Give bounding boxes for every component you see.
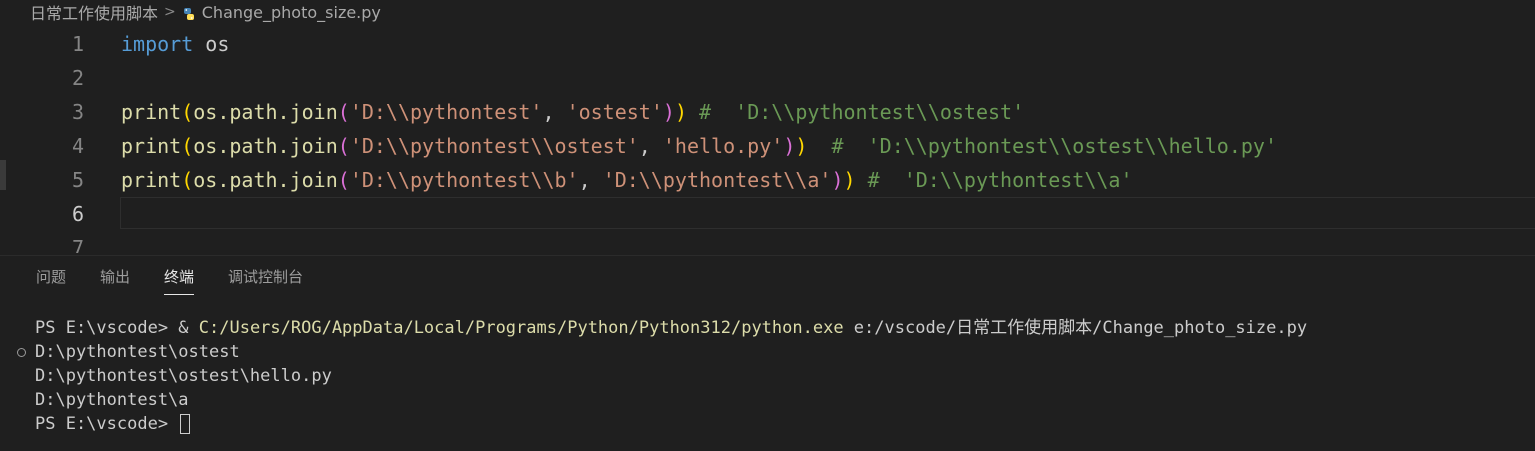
line-number: 7 bbox=[71, 236, 84, 253]
line-number: 2 bbox=[71, 66, 84, 90]
bracket-token: ( bbox=[181, 100, 194, 124]
bracket-token: ( bbox=[337, 100, 350, 124]
terminal-output-text: D:\pythontest\a bbox=[35, 390, 189, 410]
comment-token: # 'D:\\pythontest\\ostest' bbox=[686, 100, 1025, 124]
bracket-token: ) bbox=[843, 168, 856, 192]
bracket-token: ( bbox=[337, 168, 350, 192]
string-token: 'hello.py' bbox=[662, 134, 784, 158]
string-token: 'ostest' bbox=[566, 100, 663, 124]
bracket-token: ( bbox=[181, 134, 194, 158]
terminal-exe-path: C:/Users/ROG/AppData/Local/Programs/Pyth… bbox=[198, 318, 844, 338]
code-text[interactable]: print(os.path.join('D:\\pythontest\\b', … bbox=[121, 163, 1133, 197]
string-token: 'D:\\pythontest' bbox=[349, 100, 543, 124]
string-token: 'D:\\pythontest\\a' bbox=[602, 168, 832, 192]
code-text[interactable]: print(os.path.join('D:\\pythontest\\oste… bbox=[121, 129, 1277, 163]
line-number: 3 bbox=[71, 100, 84, 124]
line-number: 1 bbox=[71, 32, 84, 56]
module-token: os bbox=[193, 32, 230, 56]
string-token: 'D:\\pythontest\\b' bbox=[349, 168, 579, 192]
terminal-output-line: D:\pythontest\a bbox=[35, 388, 1307, 412]
panel-tabs: 问题 输出 终端 调试控制台 bbox=[36, 266, 303, 295]
terminal-script-arg: e:/vscode/日常工作使用脚本/Change_photo_size.py bbox=[843, 318, 1308, 338]
code-line[interactable]: 7 bbox=[0, 231, 1535, 253]
bottom-panel: 问题 输出 终端 调试控制台 PS E:\vscode> & C:/Users/… bbox=[0, 255, 1535, 451]
tab-output[interactable]: 输出 bbox=[100, 266, 130, 295]
code-line[interactable]: 3 print(os.path.join('D:\\pythontest', '… bbox=[0, 95, 1535, 129]
breadcrumb-file[interactable]: Change_photo_size.py bbox=[202, 3, 381, 22]
terminal-output-text: D:\pythontest\ostest bbox=[35, 342, 240, 362]
code-line[interactable]: 5 print(os.path.join('D:\\pythontest\\b'… bbox=[0, 163, 1535, 197]
bracket-token: ) bbox=[831, 168, 844, 192]
comment-token: # 'D:\\pythontest\\a' bbox=[855, 168, 1133, 192]
code-line[interactable]: 6 bbox=[0, 197, 1535, 231]
bracket-token: ) bbox=[783, 134, 796, 158]
terminal-output-text: D:\pythontest\ostest\hello.py bbox=[35, 366, 332, 386]
code-text[interactable]: print(os.path.join('D:\\pythontest', 'os… bbox=[121, 95, 1024, 129]
function-token: print bbox=[121, 168, 182, 192]
keyword-token: import bbox=[121, 32, 194, 56]
comma-token: , bbox=[578, 168, 603, 192]
bracket-token: ) bbox=[662, 100, 675, 124]
comma-token: , bbox=[638, 134, 663, 158]
code-text[interactable]: import os bbox=[121, 27, 229, 61]
comma-token: , bbox=[542, 100, 567, 124]
line-number: 6 bbox=[71, 202, 84, 226]
tab-terminal[interactable]: 终端 bbox=[164, 266, 195, 295]
code-line[interactable]: 1 import os bbox=[0, 27, 1535, 61]
call-token: os.path.join bbox=[193, 100, 338, 124]
code-line[interactable]: 4 print(os.path.join('D:\\pythontest\\os… bbox=[0, 129, 1535, 163]
function-token: print bbox=[121, 100, 182, 124]
line-number: 5 bbox=[71, 168, 84, 192]
bracket-token: ( bbox=[181, 168, 194, 192]
bracket-token: ( bbox=[337, 134, 350, 158]
tab-debug-console[interactable]: 调试控制台 bbox=[228, 266, 303, 295]
string-token: 'D:\\pythontest\\ostest' bbox=[349, 134, 639, 158]
breadcrumb-folder[interactable]: 日常工作使用脚本 bbox=[30, 0, 158, 24]
terminal-prompt-line: PS E:\vscode> bbox=[35, 412, 1307, 436]
code-line[interactable]: 2 bbox=[0, 61, 1535, 95]
bracket-token: ) bbox=[674, 100, 687, 124]
line-number: 4 bbox=[71, 134, 84, 158]
terminal-output-line: D:\pythontest\ostest bbox=[17, 340, 1307, 364]
command-decoration-icon[interactable] bbox=[17, 348, 26, 357]
terminal-command-line: PS E:\vscode> & C:/Users/ROG/AppData/Loc… bbox=[35, 316, 1307, 340]
call-token: os.path.join bbox=[193, 168, 338, 192]
breadcrumb-separator: > bbox=[164, 4, 176, 20]
comment-token: # 'D:\\pythontest\\ostest\\hello.py' bbox=[807, 134, 1278, 158]
bracket-token: ) bbox=[795, 134, 808, 158]
code-editor[interactable]: 1 import os 2 3 print(os.path.join('D:\\… bbox=[0, 27, 1535, 253]
call-token: os.path.join bbox=[193, 134, 338, 158]
terminal-cursor bbox=[180, 414, 191, 434]
terminal[interactable]: PS E:\vscode> & C:/Users/ROG/AppData/Loc… bbox=[17, 316, 1307, 436]
terminal-output-line: D:\pythontest\ostest\hello.py bbox=[35, 364, 1307, 388]
terminal-prompt: PS E:\vscode> & bbox=[35, 318, 199, 338]
tab-problems[interactable]: 问题 bbox=[36, 266, 66, 295]
function-token: print bbox=[121, 134, 182, 158]
python-icon bbox=[182, 6, 196, 20]
terminal-prompt: PS E:\vscode> bbox=[35, 414, 179, 434]
breadcrumb: 日常工作使用脚本 > Change_photo_size.py bbox=[30, 0, 381, 24]
